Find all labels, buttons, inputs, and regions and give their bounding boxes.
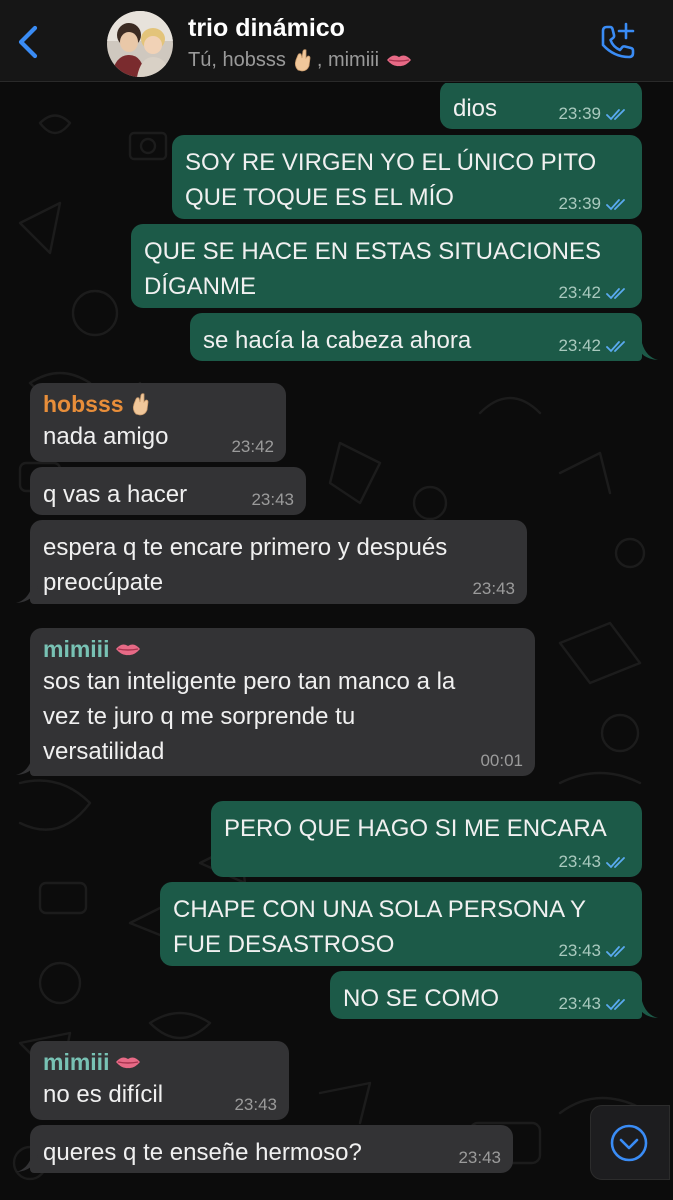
message-bubble[interactable]: dios 23:39 — [440, 83, 642, 129]
message-bubble[interactable]: CHAPE CON UNA SOLA PERSONA Y FUE DESASTR… — [160, 882, 642, 966]
message-time: 23:43 — [234, 1095, 277, 1114]
message-text: PERO QUE HAGO SI ME ENCARA — [224, 815, 607, 842]
message-list[interactable]: dios 23:39 SOY RE VIRGEN YO EL ÚNICO PIT… — [0, 83, 673, 1200]
bubble-tail — [16, 1155, 38, 1172]
scroll-down-chevron-icon — [610, 1124, 648, 1162]
message-text: espera q te encare primero y después pre… — [43, 534, 448, 596]
sender-name[interactable]: mimiii — [43, 634, 523, 664]
read-ticks-icon — [606, 946, 625, 958]
read-ticks-icon — [606, 109, 625, 121]
sender-label: mimiii — [43, 1049, 110, 1075]
chevron-left-icon — [18, 25, 38, 59]
bubble-tail — [636, 1001, 658, 1018]
message-bubble[interactable]: PERO QUE HAGO SI ME ENCARA 23:43 — [211, 801, 642, 877]
message-text: sos tan inteligente pero tan manco a la … — [43, 668, 456, 765]
sender-name[interactable]: mimiii — [43, 1047, 277, 1077]
bubble-tail — [16, 586, 38, 603]
group-photo — [107, 11, 173, 77]
chat-screen: trio dinámico Tú, hobsss , mimiii dios 2… — [0, 0, 673, 1200]
read-ticks-icon — [606, 199, 625, 211]
message-meta: 23:43 — [251, 491, 294, 509]
sender-label: mimiii — [43, 636, 110, 662]
read-ticks-icon — [606, 341, 625, 353]
message-time: 23:42 — [558, 283, 601, 302]
message-bubble[interactable]: mimiii sos tan inteligente pero tan manc… — [30, 628, 535, 776]
bubble-tail — [636, 343, 658, 360]
message-bubble[interactable]: hobsss nada amigo 23:42 — [30, 383, 286, 462]
message-meta: 23:39 — [558, 105, 630, 123]
message-meta: 23:42 — [558, 284, 630, 302]
message-text: queres q te enseñe hermoso? — [43, 1139, 362, 1166]
back-button[interactable] — [10, 22, 46, 62]
message-time: 23:42 — [231, 437, 274, 456]
message-meta: 23:43 — [472, 580, 515, 598]
read-ticks-icon — [606, 999, 625, 1011]
read-ticks-icon — [606, 288, 625, 300]
message-time: 23:43 — [558, 994, 601, 1013]
lips-emoji — [387, 55, 412, 67]
sender-name[interactable]: hobsss — [43, 389, 274, 419]
group-avatar[interactable] — [107, 11, 173, 77]
message-bubble[interactable]: SOY RE VIRGEN YO EL ÚNICO PITO QUE TOQUE… — [172, 135, 642, 219]
message-bubble[interactable]: queres q te enseñe hermoso? 23:43 — [30, 1125, 513, 1173]
fingers-crossed-emoji — [132, 393, 148, 416]
message-time: 23:43 — [558, 852, 601, 871]
message-meta: 23:43 — [558, 995, 630, 1013]
message-time: 00:01 — [480, 751, 523, 770]
message-bubble[interactable]: se hacía la cabeza ahora 23:42 — [190, 313, 642, 361]
add-call-icon — [601, 22, 635, 59]
message-bubble[interactable]: espera q te encare primero y después pre… — [30, 520, 527, 604]
message-meta: 23:43 — [558, 853, 630, 871]
chat-participants[interactable]: Tú, hobsss , mimiii — [188, 48, 412, 72]
lips-emoji — [116, 644, 141, 656]
message-time: 23:43 — [472, 579, 515, 598]
chat-header: trio dinámico Tú, hobsss , mimiii — [0, 0, 673, 82]
message-time: 23:39 — [558, 104, 601, 123]
message-bubble[interactable]: QUE SE HACE EN ESTAS SITUACIONES DÍGANME… — [131, 224, 642, 308]
message-text: QUE SE HACE EN ESTAS SITUACIONES DÍGANME — [144, 238, 601, 300]
message-bubble[interactable]: mimiii no es difícil 23:43 — [30, 1041, 289, 1120]
fingers-crossed-emoji — [294, 49, 311, 72]
participants-suffix: , mimiii — [316, 48, 380, 71]
message-meta: 23:42 — [558, 337, 630, 355]
scroll-to-bottom-button[interactable] — [590, 1105, 670, 1180]
message-bubble[interactable]: NO SE COMO 23:43 — [330, 971, 642, 1019]
participants-prefix: Tú, hobsss — [188, 48, 286, 71]
message-meta: 23:43 — [558, 942, 630, 960]
message-time: 23:39 — [558, 194, 601, 213]
add-call-button[interactable] — [594, 20, 640, 66]
message-time: 23:43 — [558, 941, 601, 960]
chat-title[interactable]: trio dinámico — [188, 14, 345, 43]
message-meta: 23:43 — [458, 1149, 501, 1167]
message-meta: 00:01 — [480, 752, 523, 770]
lips-emoji — [116, 1057, 141, 1069]
message-meta: 23:43 — [234, 1096, 277, 1114]
message-time: 23:42 — [558, 336, 601, 355]
read-ticks-icon — [606, 857, 625, 869]
message-time: 23:43 — [458, 1148, 501, 1167]
message-bubble[interactable]: q vas a hacer 23:43 — [30, 467, 306, 515]
message-meta: 23:39 — [558, 195, 630, 213]
sender-label: hobsss — [43, 391, 124, 417]
message-time: 23:43 — [251, 490, 294, 509]
message-meta: 23:42 — [231, 438, 274, 456]
bubble-tail — [16, 758, 38, 775]
